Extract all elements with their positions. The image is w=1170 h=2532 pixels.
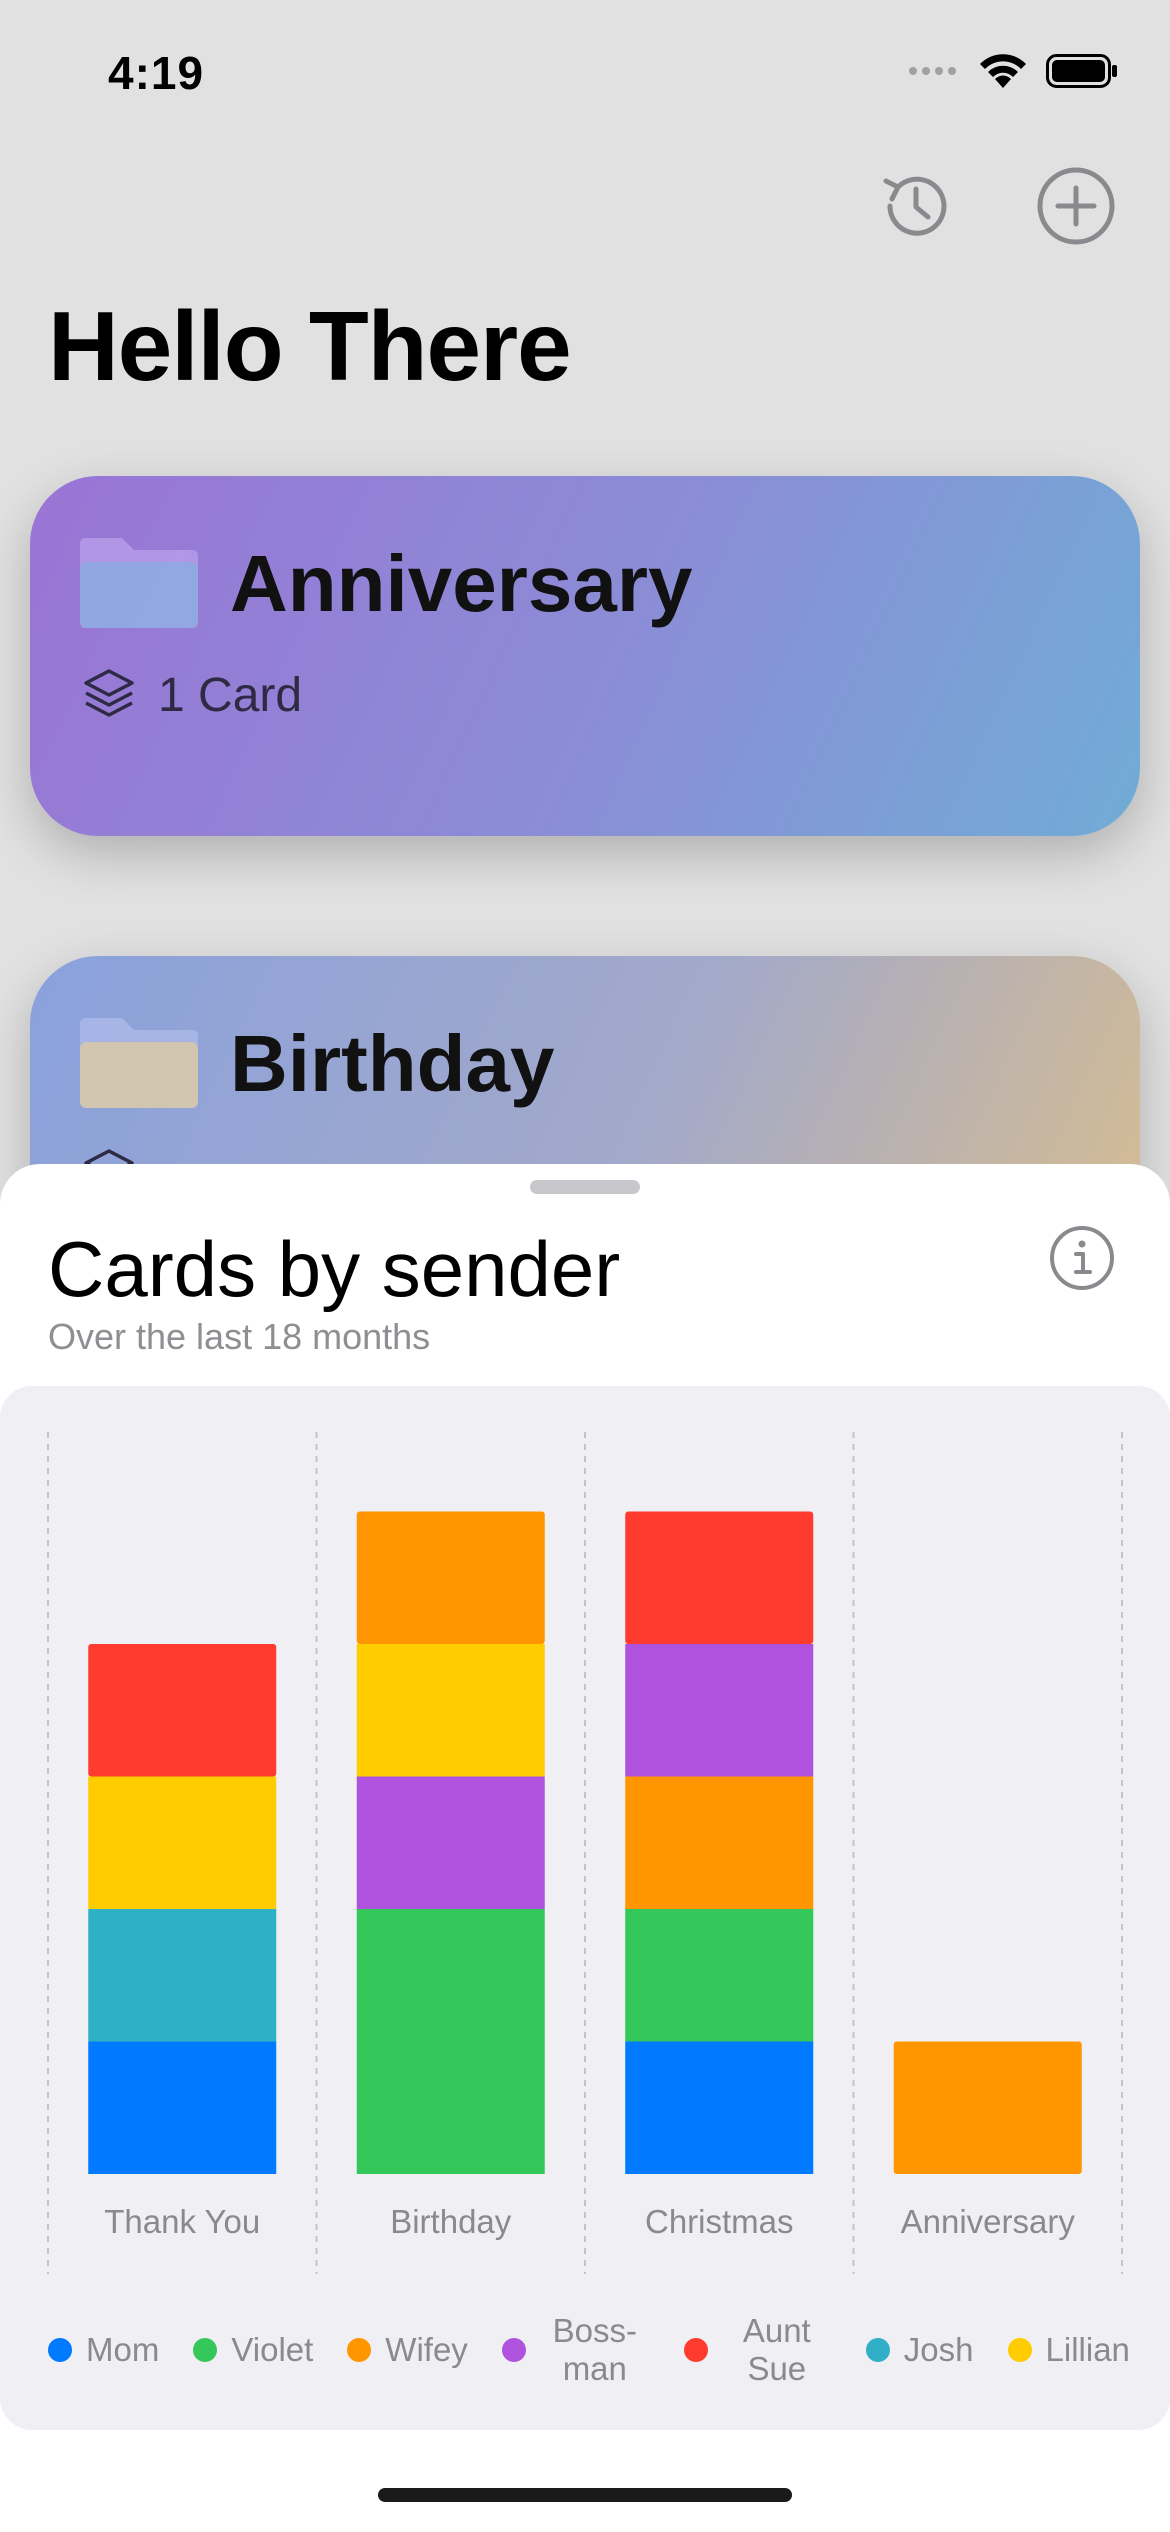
bar-segment-birthday-wifey[interactable] bbox=[356, 1511, 545, 1645]
legend-label: Boss-man bbox=[552, 2312, 637, 2387]
legend-label: Violet bbox=[231, 2331, 314, 2368]
bar-segment-thank-you-lillian[interactable] bbox=[88, 1776, 277, 1910]
status-icons bbox=[908, 52, 1118, 90]
x-tick-label: Anniversary bbox=[901, 2203, 1076, 2240]
legend-label: Wifey bbox=[385, 2331, 468, 2368]
x-tick-label: Thank You bbox=[104, 2203, 260, 2240]
bar-segment-thank-you-aunt-sue[interactable] bbox=[88, 1644, 277, 1777]
stacked-bar-chart: Thank You Birthday Christmas Anniversary bbox=[47, 1432, 1123, 2274]
home-indicator bbox=[378, 2488, 792, 2502]
legend-item: Lillian bbox=[1007, 2331, 1130, 2369]
cellular-signal-icon bbox=[908, 64, 960, 78]
folder-icon bbox=[78, 534, 200, 630]
legend-item: Mom bbox=[48, 2331, 159, 2369]
bar-segment-christmas-boss-man[interactable] bbox=[625, 1644, 814, 1777]
legend-swatch bbox=[683, 2338, 708, 2362]
legend-item: Violet bbox=[193, 2331, 313, 2369]
legend-label: Mom bbox=[86, 2331, 160, 2368]
folder-card-anniversary[interactable]: Anniversary 1 Card bbox=[30, 476, 1140, 836]
bar-segment-christmas-mom[interactable] bbox=[625, 2041, 814, 2175]
bar-segment-birthday-violet[interactable] bbox=[356, 1909, 545, 2174]
legend-item: Aunt Sue bbox=[683, 2312, 832, 2388]
legend-item: Josh bbox=[865, 2331, 974, 2369]
card-count-row: 1 Card bbox=[82, 666, 302, 725]
folder-name: Birthday bbox=[230, 1019, 555, 1108]
chart-legend: Mom Violet Wifey Boss-man Aunt Sue Josh Lillia… bbox=[48, 2306, 1164, 2394]
battery-icon bbox=[1046, 54, 1118, 88]
bar-segment-thank-you-mom[interactable] bbox=[88, 2041, 277, 2175]
folder-name: Anniversary bbox=[230, 539, 693, 628]
legend-label: Josh bbox=[903, 2331, 974, 2368]
info-button[interactable] bbox=[1048, 1224, 1116, 1292]
legend-swatch bbox=[48, 2338, 72, 2362]
bar-segment-christmas-violet[interactable] bbox=[625, 1909, 814, 2042]
legend-label: Lillian bbox=[1045, 2331, 1130, 2368]
legend-label: Aunt Sue bbox=[742, 2312, 811, 2387]
legend-swatch bbox=[1007, 2338, 1032, 2362]
stack-icon bbox=[82, 666, 136, 725]
bar-segment-birthday-lillian[interactable] bbox=[356, 1644, 545, 1777]
card-count: 1 Card bbox=[158, 669, 303, 722]
plus-circle-icon bbox=[1036, 166, 1116, 251]
add-button[interactable] bbox=[1036, 166, 1116, 251]
legend-swatch bbox=[193, 2338, 218, 2362]
legend-swatch bbox=[347, 2338, 372, 2362]
x-tick-label: Birthday bbox=[390, 2203, 512, 2240]
sheet-grabber[interactable] bbox=[530, 1180, 640, 1194]
sheet-title: Cards by sender bbox=[48, 1225, 621, 1313]
legend-swatch bbox=[865, 2338, 890, 2362]
bar-segment-anniversary-wifey[interactable] bbox=[893, 2041, 1082, 2175]
chart-panel: Thank You Birthday Christmas Anniversary Mo… bbox=[0, 1386, 1170, 2430]
bar-segment-christmas-wifey[interactable] bbox=[625, 1776, 814, 1910]
x-tick-label: Christmas bbox=[645, 2203, 794, 2240]
bar-segment-birthday-boss-man[interactable] bbox=[356, 1776, 545, 1910]
bar-segment-christmas-aunt-sue[interactable] bbox=[625, 1511, 814, 1645]
wifi-icon bbox=[978, 52, 1028, 90]
legend-item: Boss-man bbox=[501, 2312, 650, 2388]
sheet-subtitle: Over the last 18 months bbox=[48, 1316, 431, 1357]
clock-history-icon bbox=[876, 167, 954, 250]
status-bar: 4:19 bbox=[0, 0, 1170, 150]
info-circle-icon bbox=[1048, 1226, 1116, 1296]
status-time: 4:19 bbox=[108, 47, 205, 99]
page-title: Hello There bbox=[48, 291, 572, 401]
chart-sheet: Cards by sender Over the last 18 months … bbox=[0, 1164, 1170, 2532]
legend-item: Wifey bbox=[347, 2331, 468, 2369]
legend-swatch bbox=[501, 2338, 526, 2362]
history-button[interactable] bbox=[875, 168, 955, 248]
bar-segment-thank-you-josh[interactable] bbox=[88, 1909, 277, 2042]
folder-icon bbox=[78, 1014, 200, 1110]
